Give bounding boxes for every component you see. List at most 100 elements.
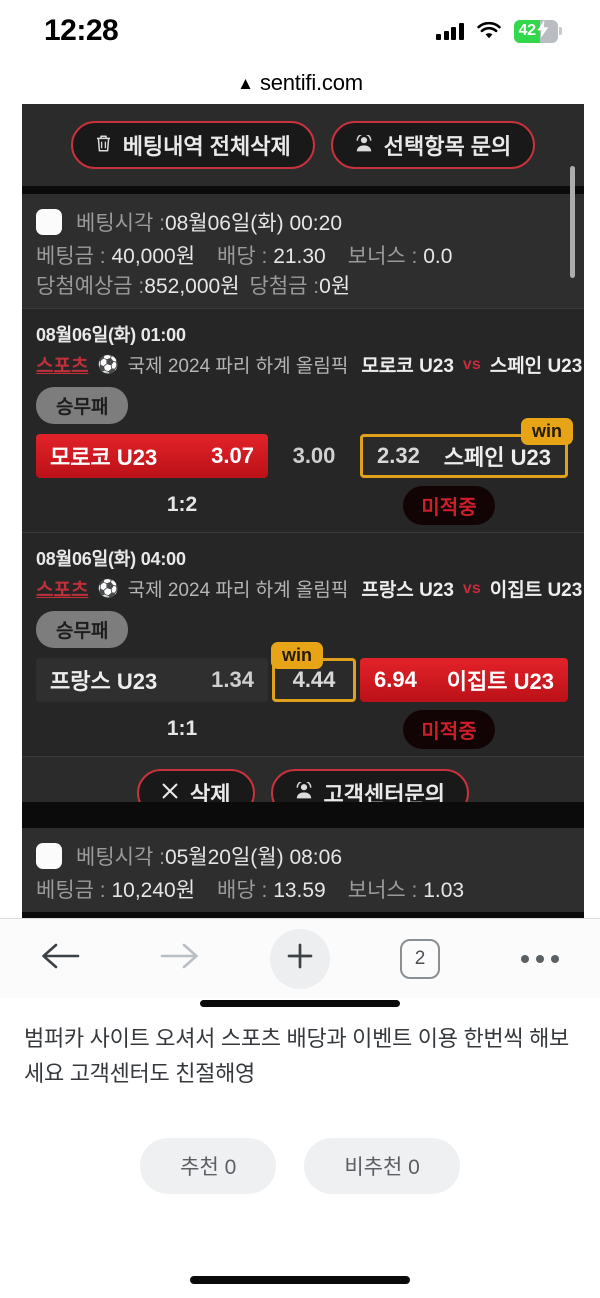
tab-count-badge: 2: [400, 938, 440, 979]
home-odds-button[interactable]: 프랑스 U23 1.34: [36, 658, 268, 703]
draw-odds-button[interactable]: 3.00: [268, 443, 360, 469]
match-datetime: 08월06일(화) 04:00: [36, 549, 186, 570]
draw-odds-button[interactable]: 4.44 win: [271, 642, 356, 703]
away-team-name: 이집트 U23: [489, 580, 583, 602]
upvote-button[interactable]: 추천 0: [140, 1138, 277, 1194]
league-name: 국제 2024 파리 하계 올림픽: [127, 580, 349, 602]
payout-label: 당첨금 :: [249, 275, 320, 299]
match-row: 08월06일(화) 01:00 스포츠 ⚽ 국제 2024 파리 하계 올림픽 …: [22, 308, 584, 533]
home-team-name: 모로코 U23: [361, 356, 454, 378]
phone-screen: 12:28 42 ▲ sentifi.com 베팅내역 전체삭제 선택항목 문의…: [0, 0, 600, 1298]
close-x-icon: [161, 782, 179, 803]
match-score: 1:1: [166, 717, 198, 741]
agent-headset-icon: [295, 780, 313, 803]
stake-label: 베팅금 :: [36, 245, 112, 268]
home-odds-value: 3.07: [211, 443, 254, 469]
battery-percent: 42: [518, 22, 537, 39]
home-odds-value: 1.34: [211, 667, 254, 693]
versus-label: vs: [462, 355, 481, 373]
match-row: 08월06일(화) 04:00 스포츠 ⚽ 국제 2024 파리 하계 올림픽 …: [22, 532, 584, 757]
slip-separator: [22, 802, 584, 828]
sports-category-link[interactable]: 스포츠: [36, 575, 88, 602]
win-badge: win: [521, 418, 573, 445]
vote-button-group: 추천 0 비추천 0: [0, 1138, 600, 1194]
stake-label: 베팅금 :: [36, 879, 112, 902]
selected-items-inquiry-label: 선택항목 문의: [383, 134, 512, 159]
bet-slip-card: 베팅시각 :08월06일(화) 00:20 베팅금 : 40,000원 배당 : …: [22, 194, 584, 829]
delete-all-bets-button[interactable]: 베팅내역 전체삭제: [70, 121, 315, 169]
cellular-signal-icon: [436, 22, 464, 40]
away-team-name: 스페인 U23: [489, 356, 583, 378]
market-type-tag: 승무패: [36, 387, 129, 425]
away-odds-button[interactable]: 6.94 이집트 U23: [360, 658, 568, 703]
away-odds-team: 이집트 U23: [446, 669, 554, 695]
url-host-label: sentifi.com: [259, 70, 363, 95]
bonus-value: 1.03: [423, 879, 465, 902]
home-odds-team: 프랑스 U23: [50, 669, 158, 695]
back-button[interactable]: [0, 919, 120, 998]
downvote-button[interactable]: 비추천 0: [304, 1138, 460, 1194]
plus-icon: [285, 941, 315, 976]
bet-time-value: 08월06일(화) 00:20: [164, 212, 343, 235]
arrow-left-icon: [38, 941, 82, 976]
status-bar: 12:28 42: [0, 0, 600, 62]
stake-value: 40,000원: [111, 245, 196, 268]
more-options-button[interactable]: [480, 919, 600, 998]
expected-payout-value: 852,000원: [144, 275, 240, 299]
payout-value: 0원: [319, 275, 351, 299]
more-horizontal-icon: [521, 954, 559, 963]
tab-count-label: 2: [414, 947, 426, 969]
browser-toolbar: 2: [0, 918, 600, 998]
trash-icon: [95, 134, 112, 156]
bet-time-label: 베팅시각 :: [76, 212, 165, 235]
selected-items-inquiry-button[interactable]: 선택항목 문의: [330, 121, 536, 169]
battery-icon: 42: [513, 19, 558, 43]
bonus-label: 보너스 :: [347, 879, 424, 902]
tab-switcher-button[interactable]: 2: [360, 919, 480, 998]
odds-value: 13.59: [273, 879, 326, 902]
away-odds-team: 스페인 U23: [443, 445, 551, 471]
browser-url-bar[interactable]: ▲ sentifi.com: [0, 62, 600, 104]
match-score: 1:2: [166, 493, 198, 517]
battery-charging-bolt-icon: [536, 19, 550, 43]
bet-slip-card: 베팅시각 :05월20일(월) 08:06 베팅금 : 10,240원 배당 : …: [22, 828, 584, 913]
odds-label: 배당 :: [217, 245, 274, 268]
new-tab-button[interactable]: [240, 919, 360, 998]
sports-category-link[interactable]: 스포츠: [36, 351, 88, 378]
odds-label: 배당 :: [217, 879, 274, 902]
status-bar-indicators: 42: [436, 19, 562, 43]
page-action-bar: 베팅내역 전체삭제 선택항목 문의: [22, 104, 584, 186]
away-odds-value: 2.32: [377, 443, 420, 469]
bet-time-value: 05월20일(월) 08:06: [164, 846, 343, 869]
odds-value: 21.30: [273, 245, 326, 268]
web-page-viewport: 베팅내역 전체삭제 선택항목 문의 베팅시각 :08월06일(화) 00:20: [0, 104, 600, 918]
league-name: 국제 2024 파리 하계 올림픽: [127, 356, 349, 378]
market-type-tag: 승무패: [36, 611, 129, 649]
bet-slip-checkbox[interactable]: [36, 209, 62, 235]
page-scrollbar[interactable]: [570, 166, 575, 278]
forward-button[interactable]: [120, 919, 240, 998]
bonus-value: 0.0: [423, 245, 453, 268]
away-odds-button[interactable]: 2.32 스페인 U23 win: [360, 418, 573, 479]
wifi-icon: [476, 21, 501, 40]
versus-label: vs: [462, 579, 481, 597]
match-datetime: 08월06일(화) 01:00: [36, 325, 186, 346]
home-team-name: 프랑스 U23: [361, 580, 454, 602]
soccer-ball-icon: ⚽: [97, 354, 119, 374]
bonus-label: 보너스 :: [347, 245, 424, 268]
bet-slip-summary: 베팅시각 :08월06일(화) 00:20 베팅금 : 40,000원 배당 : …: [22, 194, 584, 309]
bet-time-label: 베팅시각 :: [76, 846, 165, 869]
expected-payout-label: 당첨예상금 :: [36, 275, 145, 299]
insecure-warning-icon: ▲: [237, 73, 254, 93]
bet-slip-checkbox[interactable]: [36, 843, 62, 869]
win-badge: win: [271, 642, 323, 669]
draw-odds-value: 4.44: [292, 667, 336, 693]
browser-home-indicator: [200, 1000, 400, 1007]
agent-headset-icon: [355, 132, 373, 156]
result-status-badge: 미적중: [403, 709, 495, 749]
away-odds-value: 6.94: [374, 667, 417, 693]
bet-slip-summary: 베팅시각 :05월20일(월) 08:06 베팅금 : 10,240원 배당 : …: [22, 828, 584, 913]
draw-odds-value: 3.00: [292, 443, 336, 469]
stake-value: 10,240원: [111, 879, 196, 902]
home-odds-button[interactable]: 모로코 U23 3.07: [36, 434, 268, 479]
